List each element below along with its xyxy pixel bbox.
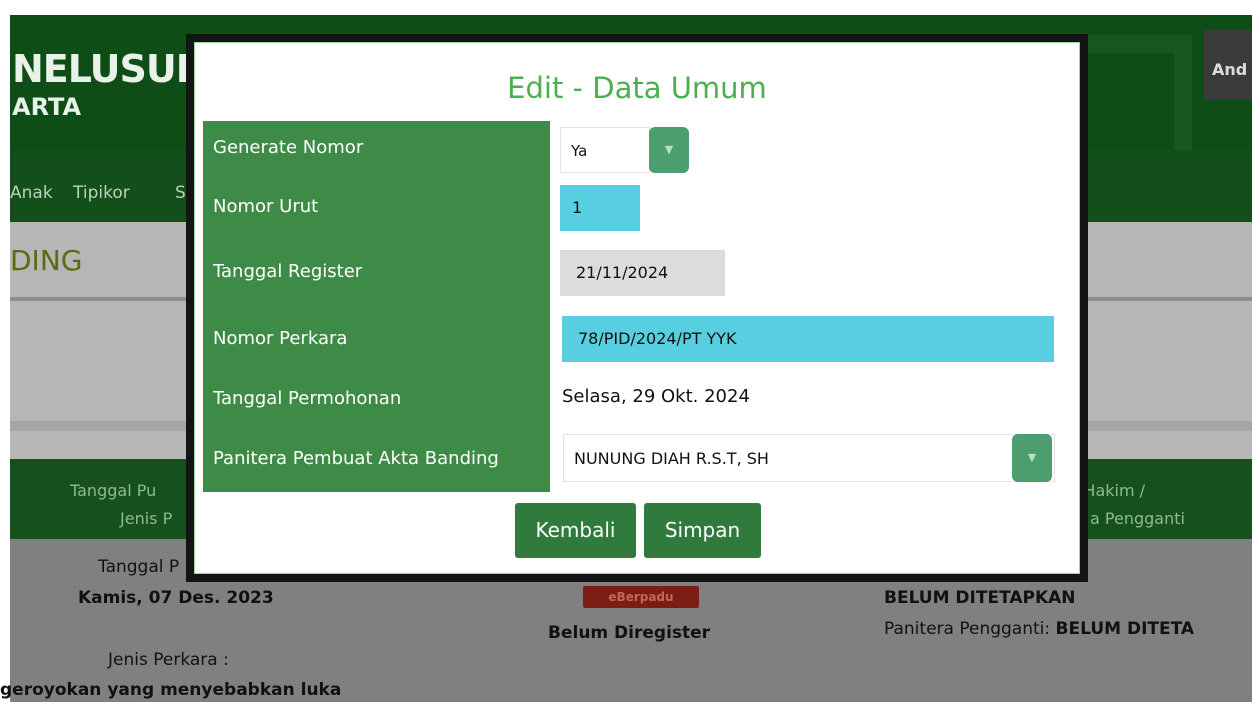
generate-nomor-label: Generate Nomor (203, 121, 550, 173)
table-header-col3-sub: a Pengganti (1090, 509, 1185, 528)
panitera-select[interactable]: NUNUNG DIAH R.S.T, SH (563, 434, 1055, 482)
generate-nomor-dropdown-icon[interactable]: ▼ (649, 127, 689, 173)
modal-title: Edit - Data Umum (507, 71, 767, 105)
jenis-perkara-value: geroyokan yang menyebabkan luka (0, 680, 342, 700)
form-row-generate-nomor: Generate Nomor Ya ▼ (203, 121, 1078, 174)
form-row-panitera: Panitera Pembuat Akta Banding NUNUNG DIA… (203, 424, 1078, 493)
kembali-button[interactable]: Kembali (515, 503, 636, 558)
nomor-perkara-input[interactable]: 78/PID/2024/PT YYK (562, 316, 1054, 362)
tanggal-permohonan-value: Selasa, 29 Okt. 2024 (562, 386, 750, 407)
user-menu-button[interactable]: And (1204, 30, 1252, 100)
simpan-button[interactable]: Simpan (644, 503, 761, 558)
nomor-urut-label: Nomor Urut (203, 173, 550, 239)
tanggal-register-input[interactable]: 21/11/2024 (560, 250, 725, 296)
form-row-nomor-urut: Nomor Urut 1 (203, 173, 1078, 240)
register-status: Belum Diregister (548, 623, 711, 643)
tanggal-permohonan-label: Tanggal Permohonan (203, 372, 550, 424)
eberpadu-badge: eBerpadu (583, 586, 699, 608)
form-row-tanggal-permohonan: Tanggal Permohonan Selasa, 29 Okt. 2024 (203, 372, 1078, 425)
table-header-col1: Tanggal Pu (70, 481, 157, 500)
jenis-perkara-label: Jenis Perkara : (108, 650, 229, 670)
window-top-edge (0, 0, 1252, 15)
form-row-tanggal-register: Tanggal Register 21/11/2024 (203, 239, 1078, 305)
panitera-label: Panitera Pengganti: BELUM DITETA (884, 619, 1195, 639)
edit-data-umum-modal: Edit - Data Umum Generate Nomor Ya ▼ Nom… (194, 42, 1080, 574)
form-row-nomor-perkara: Nomor Perkara 78/PID/2024/PT YYK (203, 304, 1078, 373)
hakim-value: BELUM DITETAPKAN (884, 588, 1076, 608)
nav-item-tipikor[interactable]: Tipikor (73, 183, 130, 203)
tanggal-register-label: Tanggal Register (203, 239, 550, 304)
tanggal-value: Kamis, 07 Des. 2023 (78, 588, 274, 608)
nomor-perkara-label: Nomor Perkara (203, 304, 550, 372)
nomor-urut-input[interactable]: 1 (560, 185, 640, 231)
panitera-label: Panitera Pembuat Akta Banding (203, 424, 550, 492)
nav-item-anak[interactable]: Anak (10, 183, 53, 203)
panitera-dropdown-icon[interactable]: ▼ (1012, 434, 1052, 482)
app-subtitle: ARTA (12, 93, 82, 121)
section-title: DING (10, 244, 83, 277)
table-header-col1-sub: Jenis P (120, 509, 173, 528)
generate-nomor-select[interactable]: Ya (560, 127, 650, 173)
tanggal-label: Tanggal P (98, 557, 180, 577)
